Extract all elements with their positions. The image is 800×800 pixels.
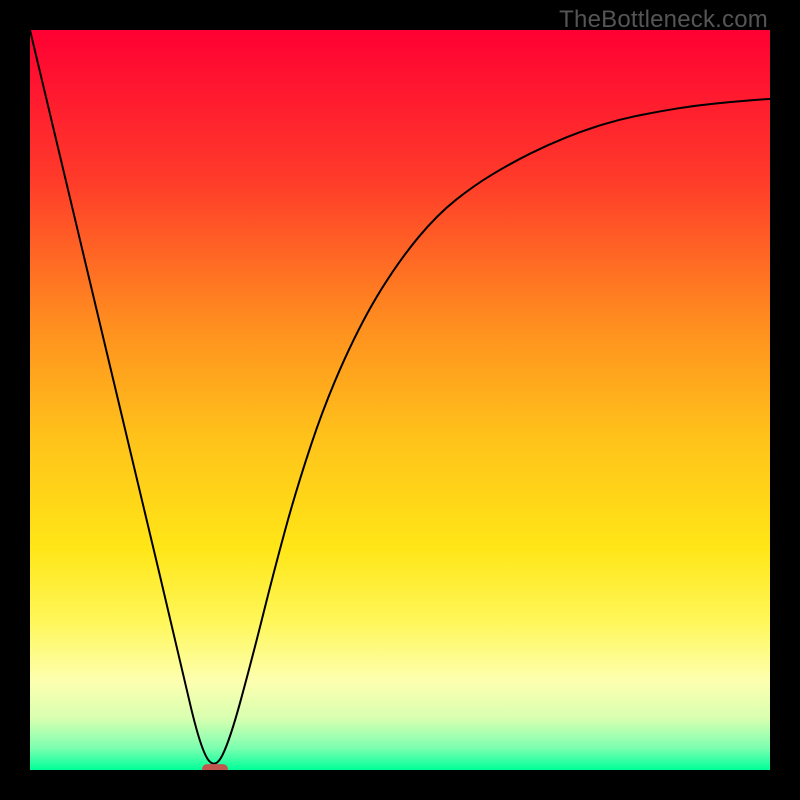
chart-frame	[30, 30, 770, 770]
optimal-point-marker	[202, 764, 228, 770]
chart-background	[30, 30, 770, 770]
chart-svg	[30, 30, 770, 770]
watermark-text: TheBottleneck.com	[559, 6, 768, 34]
